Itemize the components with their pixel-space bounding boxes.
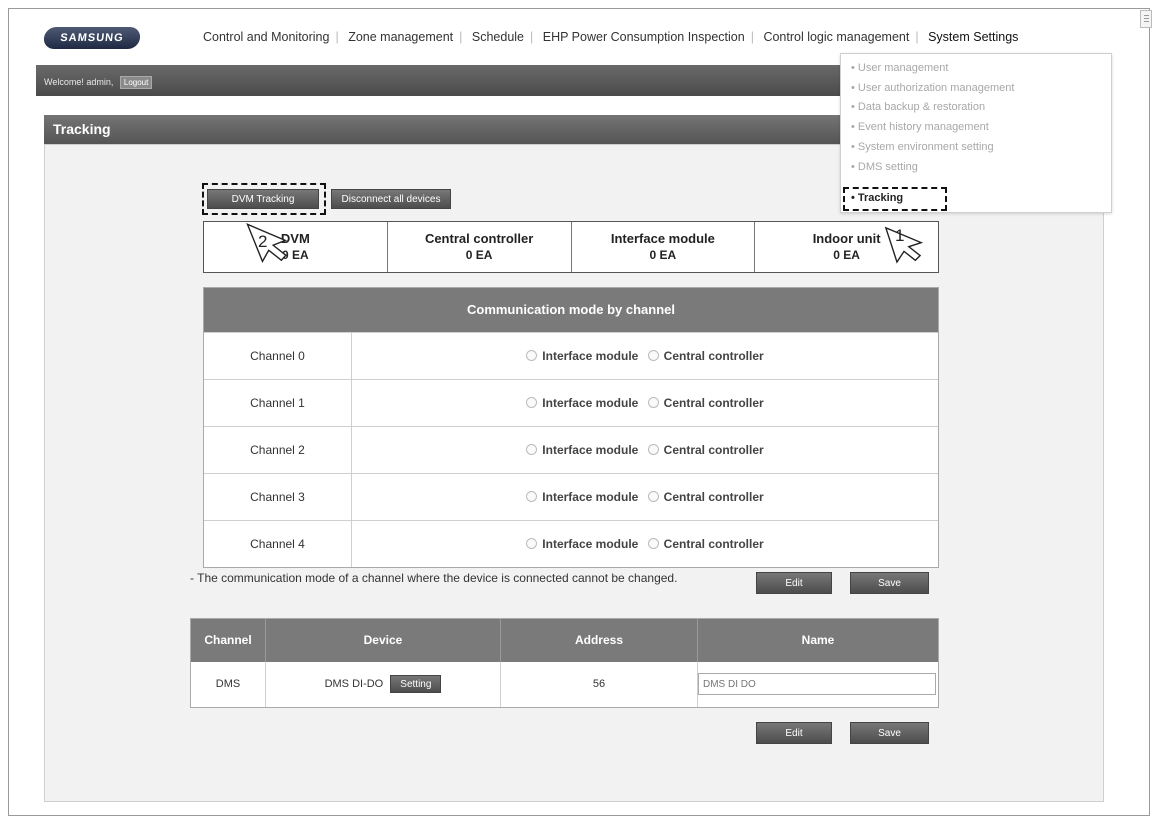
channel-name: Channel 3 xyxy=(204,474,352,520)
system-settings-menu: • User management • User authorization m… xyxy=(840,53,1112,213)
radio-central-controller[interactable] xyxy=(647,491,659,503)
menu-item-user-authorization[interactable]: • User authorization management xyxy=(851,82,1014,94)
count-label: DVM xyxy=(280,231,310,246)
option-label: Interface module xyxy=(542,396,639,410)
col-address: Address xyxy=(501,619,698,662)
option-label: Central controller xyxy=(663,443,764,457)
menu-item-event-history[interactable]: • Event history management xyxy=(851,121,989,133)
option-label: Interface module xyxy=(542,349,639,363)
device-table-header: Channel Device Address Name xyxy=(191,619,938,662)
count-value: 0 EA xyxy=(465,248,493,262)
device-name-cell xyxy=(698,662,938,707)
count-central-controller: Central controller 0 EA xyxy=(388,222,572,272)
option-label: Central controller xyxy=(663,396,764,410)
nav-separator: | xyxy=(335,30,339,44)
count-label: Interface module xyxy=(610,231,715,246)
device-name: DMS DI-DO xyxy=(324,678,384,690)
device-edit-button[interactable]: Edit xyxy=(756,722,832,744)
radio-central-controller[interactable] xyxy=(647,350,659,362)
logout-button[interactable]: Logout xyxy=(119,76,153,89)
radio-interface-module[interactable] xyxy=(526,538,538,550)
channel-note: - The communication mode of a channel wh… xyxy=(190,571,678,585)
nav-separator: | xyxy=(530,30,534,44)
channel-name: Channel 0 xyxy=(204,333,352,379)
channel-save-button[interactable]: Save xyxy=(850,572,929,594)
nav-control-monitoring[interactable]: Control and Monitoring xyxy=(203,30,329,44)
count-interface-module: Interface module 0 EA xyxy=(572,222,756,272)
option-label: Central controller xyxy=(663,490,764,504)
channel-options: Interface module Central controller xyxy=(352,380,938,426)
page-title: Tracking xyxy=(53,121,111,137)
radio-central-controller[interactable] xyxy=(647,444,659,456)
device-save-button[interactable]: Save xyxy=(850,722,929,744)
device-channel: DMS xyxy=(191,662,266,707)
device-setting-button[interactable]: Setting xyxy=(390,675,442,694)
channel-name: Channel 1 xyxy=(204,380,352,426)
option-label: Central controller xyxy=(663,349,764,363)
nav-ehp-power-inspection[interactable]: EHP Power Consumption Inspection xyxy=(543,30,745,44)
col-name: Name xyxy=(801,633,835,647)
channel-name: Channel 2 xyxy=(204,427,352,473)
pointer-arrow-icon xyxy=(884,226,924,264)
nav-separator: | xyxy=(750,30,754,44)
device-address: 56 xyxy=(501,662,698,707)
device-count-summary: DVM 0 EA Central controller 0 EA Interfa… xyxy=(203,221,939,273)
channel-edit-button[interactable]: Edit xyxy=(756,572,832,594)
option-label: Central controller xyxy=(663,537,764,551)
welcome-label: Welcome! admin, xyxy=(44,77,114,87)
channel-table-title: Communication mode by channel xyxy=(204,288,938,332)
radio-interface-module[interactable] xyxy=(526,444,538,456)
count-value: 0 EA xyxy=(649,248,677,262)
count-label: Central controller xyxy=(424,231,534,246)
callout-number-2: 2 xyxy=(258,232,268,251)
table-row: Channel 0 Interface module Central contr… xyxy=(204,332,938,379)
device-cell: DMS DI-DO Setting xyxy=(266,662,501,707)
option-label: Interface module xyxy=(542,537,639,551)
nav-separator: | xyxy=(915,30,919,44)
radio-interface-module[interactable] xyxy=(526,397,538,409)
radio-central-controller[interactable] xyxy=(647,397,659,409)
count-dvm: DVM 0 EA xyxy=(204,222,388,272)
channel-options: Interface module Central controller xyxy=(352,333,938,379)
nav-system-settings[interactable]: System Settings xyxy=(928,30,1018,44)
radio-interface-module[interactable] xyxy=(526,491,538,503)
callout-number-1: 1 xyxy=(895,226,905,245)
dvm-tracking-button[interactable]: DVM Tracking xyxy=(207,189,319,209)
option-label: Interface module xyxy=(542,490,639,504)
channel-options: Interface module Central controller xyxy=(352,474,938,520)
menu-item-system-environment[interactable]: • System environment setting xyxy=(851,141,994,153)
nav-schedule[interactable]: Schedule xyxy=(472,30,524,44)
table-row: DMS DMS DI-DO Setting 56 xyxy=(191,662,938,707)
device-name-input[interactable] xyxy=(698,673,936,695)
table-row: Channel 2 Interface module Central contr… xyxy=(204,426,938,473)
radio-central-controller[interactable] xyxy=(647,538,659,550)
table-row: Channel 3 Interface module Central contr… xyxy=(204,473,938,520)
samsung-logo: SAMSUNG xyxy=(42,27,142,49)
channel-name: Channel 4 xyxy=(204,521,352,567)
menu-item-tracking[interactable]: • Tracking xyxy=(851,192,903,204)
nav-zone-management[interactable]: Zone management xyxy=(348,30,453,44)
menu-item-user-management[interactable]: • User management xyxy=(851,62,948,74)
channel-mode-table: Communication mode by channel Channel 0 … xyxy=(203,287,939,568)
channel-options: Interface module Central controller xyxy=(352,427,938,473)
nav-control-logic[interactable]: Control logic management xyxy=(763,30,909,44)
col-channel: Channel xyxy=(191,619,266,662)
device-table: Channel Device Address Name DMS DMS DI-D… xyxy=(190,618,939,708)
menu-item-data-backup[interactable]: • Data backup & restoration xyxy=(851,101,985,113)
scrollbar-handle[interactable] xyxy=(1140,10,1152,28)
col-device: Device xyxy=(266,619,501,662)
table-row: Channel 1 Interface module Central contr… xyxy=(204,379,938,426)
option-label: Interface module xyxy=(542,443,639,457)
disconnect-all-devices-button[interactable]: Disconnect all devices xyxy=(331,189,451,209)
channel-options: Interface module Central controller xyxy=(352,521,938,567)
radio-interface-module[interactable] xyxy=(526,350,538,362)
table-row: Channel 4 Interface module Central contr… xyxy=(204,520,938,567)
top-navigation: Control and Monitoring | Zone management |… xyxy=(203,30,1018,44)
menu-item-dms-setting[interactable]: • DMS setting xyxy=(851,161,918,173)
welcome-text: Welcome! admin, Logout xyxy=(44,76,153,89)
count-value: 0 EA xyxy=(282,248,309,262)
nav-separator: | xyxy=(459,30,463,44)
